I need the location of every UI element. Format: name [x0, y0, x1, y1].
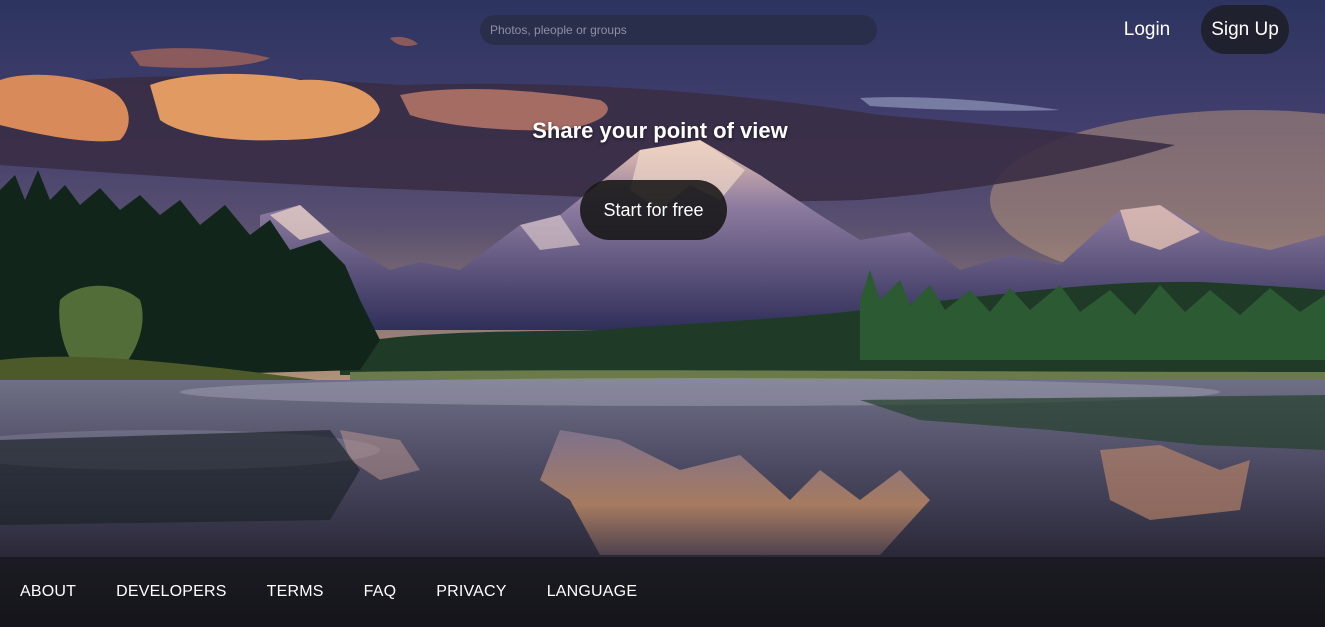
- start-for-free-button[interactable]: Start for free: [580, 180, 727, 240]
- search-input[interactable]: [480, 15, 877, 45]
- login-link[interactable]: Login: [1112, 14, 1182, 46]
- footer-link-terms[interactable]: TERMS: [267, 583, 324, 601]
- footer-link-privacy[interactable]: PRIVACY: [436, 583, 506, 601]
- footer-link-faq[interactable]: FAQ: [364, 583, 397, 601]
- footer-link-developers[interactable]: DEVELOPERS: [116, 583, 226, 601]
- landing-page: Login Sign Up Share your point of view S…: [0, 0, 1325, 627]
- signup-button[interactable]: Sign Up: [1201, 5, 1289, 54]
- background-landscape-image: [0, 0, 1325, 627]
- footer-link-about[interactable]: ABOUT: [20, 583, 76, 601]
- hero-headline: Share your point of view: [532, 118, 788, 143]
- footer-nav: ABOUT DEVELOPERS TERMS FAQ PRIVACY LANGU…: [0, 557, 1325, 627]
- footer-link-language[interactable]: LANGUAGE: [547, 583, 638, 601]
